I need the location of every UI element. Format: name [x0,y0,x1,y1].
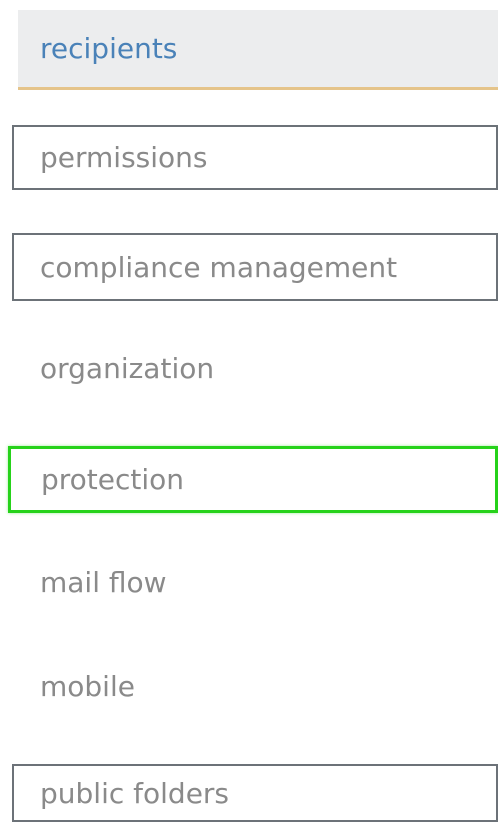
left-navigation-menu: recipients permissions compliance manage… [0,0,498,825]
nav-item-label: organization [40,351,215,385]
nav-item-recipients[interactable]: recipients [18,10,498,90]
nav-item-label: public folders [40,776,230,810]
nav-item-public-folders[interactable]: public folders [12,764,498,822]
nav-item-mail-flow[interactable]: mail flow [12,552,498,612]
nav-item-protection[interactable]: protection [8,446,498,513]
nav-item-permissions[interactable]: permissions [12,125,498,190]
nav-item-compliance-management[interactable]: compliance management [12,233,498,301]
nav-item-label: mail flow [40,565,167,599]
nav-item-label: recipients [40,32,178,65]
nav-item-label: compliance management [40,250,398,284]
nav-item-label: protection [41,463,185,496]
nav-item-organization[interactable]: organization [12,338,498,398]
nav-item-label: mobile [40,669,135,703]
nav-item-mobile[interactable]: mobile [12,656,498,716]
nav-item-label: permissions [40,141,208,174]
